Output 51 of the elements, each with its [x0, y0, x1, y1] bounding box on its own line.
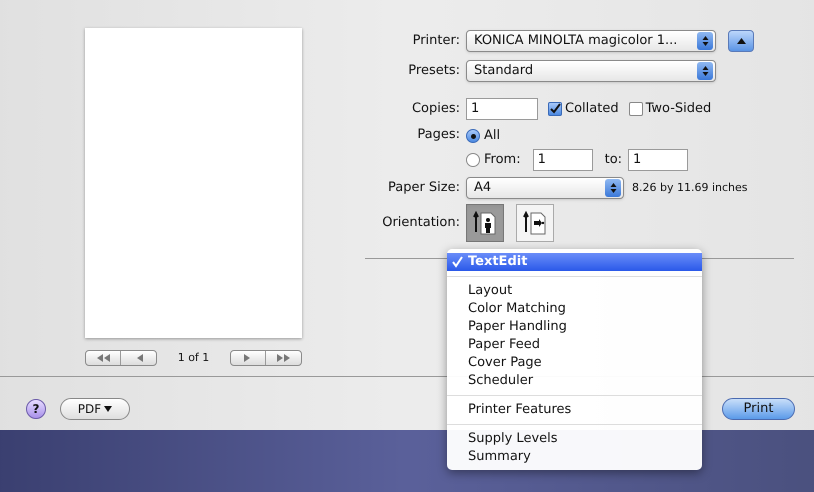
left-triangle-icon: [134, 354, 142, 362]
menu-item[interactable]: Summary: [447, 448, 702, 466]
printer-select[interactable]: KONICA MINOLTA magicolor 1...: [466, 30, 716, 52]
menu-item[interactable]: Layout: [447, 282, 702, 300]
menu-item[interactable]: Color Matching: [447, 300, 702, 318]
menu-item[interactable]: Cover Page: [447, 354, 702, 372]
from-field[interactable]: 1: [532, 149, 593, 171]
menu-item[interactable]: Supply Levels: [447, 430, 702, 448]
paper-size-select[interactable]: A4: [466, 177, 624, 199]
stepper-icon: [697, 62, 713, 80]
print-button[interactable]: Print: [722, 398, 795, 420]
menu-item[interactable]: TextEdit: [447, 253, 702, 271]
field-label: Printer:: [412, 32, 460, 50]
checkbox[interactable]: [628, 102, 643, 116]
radio-button[interactable]: [466, 129, 480, 143]
menu-item[interactable]: Scheduler: [447, 372, 702, 390]
field-label: Pages:: [416, 126, 460, 144]
stepper-icon: [697, 32, 713, 50]
caret-icon: [104, 406, 112, 412]
help-button[interactable]: ?: [26, 399, 46, 419]
menu-item[interactable]: Paper Handling: [447, 318, 702, 336]
orientation-button[interactable]: [466, 204, 504, 242]
orientation-button[interactable]: [516, 204, 554, 242]
radio-label: All: [484, 127, 500, 146]
field-label: Copies:: [410, 100, 460, 118]
double-left-triangle-icon: [96, 354, 110, 362]
double-right-triangle-icon: [276, 354, 290, 362]
presets-select[interactable]: Standard: [466, 60, 716, 82]
portrait-icon: [473, 210, 497, 236]
checkbox-label: Two-Sided: [646, 100, 712, 118]
menu-item[interactable]: Paper Feed: [447, 336, 702, 354]
checkbox-label: Collated: [565, 100, 619, 118]
right-triangle-icon: [244, 354, 252, 362]
field-label: Paper Size:: [386, 179, 460, 198]
to-field[interactable]: 1: [628, 149, 688, 171]
paper-dimensions: 8.26 by 11.69 inches: [632, 180, 748, 196]
stepper-icon: [605, 179, 621, 197]
triangle-up-icon: [736, 38, 746, 44]
checkbox[interactable]: [548, 102, 562, 116]
radio-label: From:: [484, 151, 521, 170]
pdf-button[interactable]: PDF: [60, 398, 130, 420]
landscape-icon: [523, 210, 547, 236]
radio-button[interactable]: [466, 153, 480, 167]
field-label: Presets:: [407, 62, 460, 80]
field-label: Orientation:: [381, 214, 460, 232]
collapse-button[interactable]: [728, 30, 754, 52]
menu-item[interactable]: Printer Features: [447, 401, 702, 419]
page-count: 1 of 1: [178, 350, 210, 366]
field-label: to:: [604, 151, 622, 170]
copies-field[interactable]: 1: [466, 98, 538, 120]
checkmark-icon: [451, 256, 464, 268]
